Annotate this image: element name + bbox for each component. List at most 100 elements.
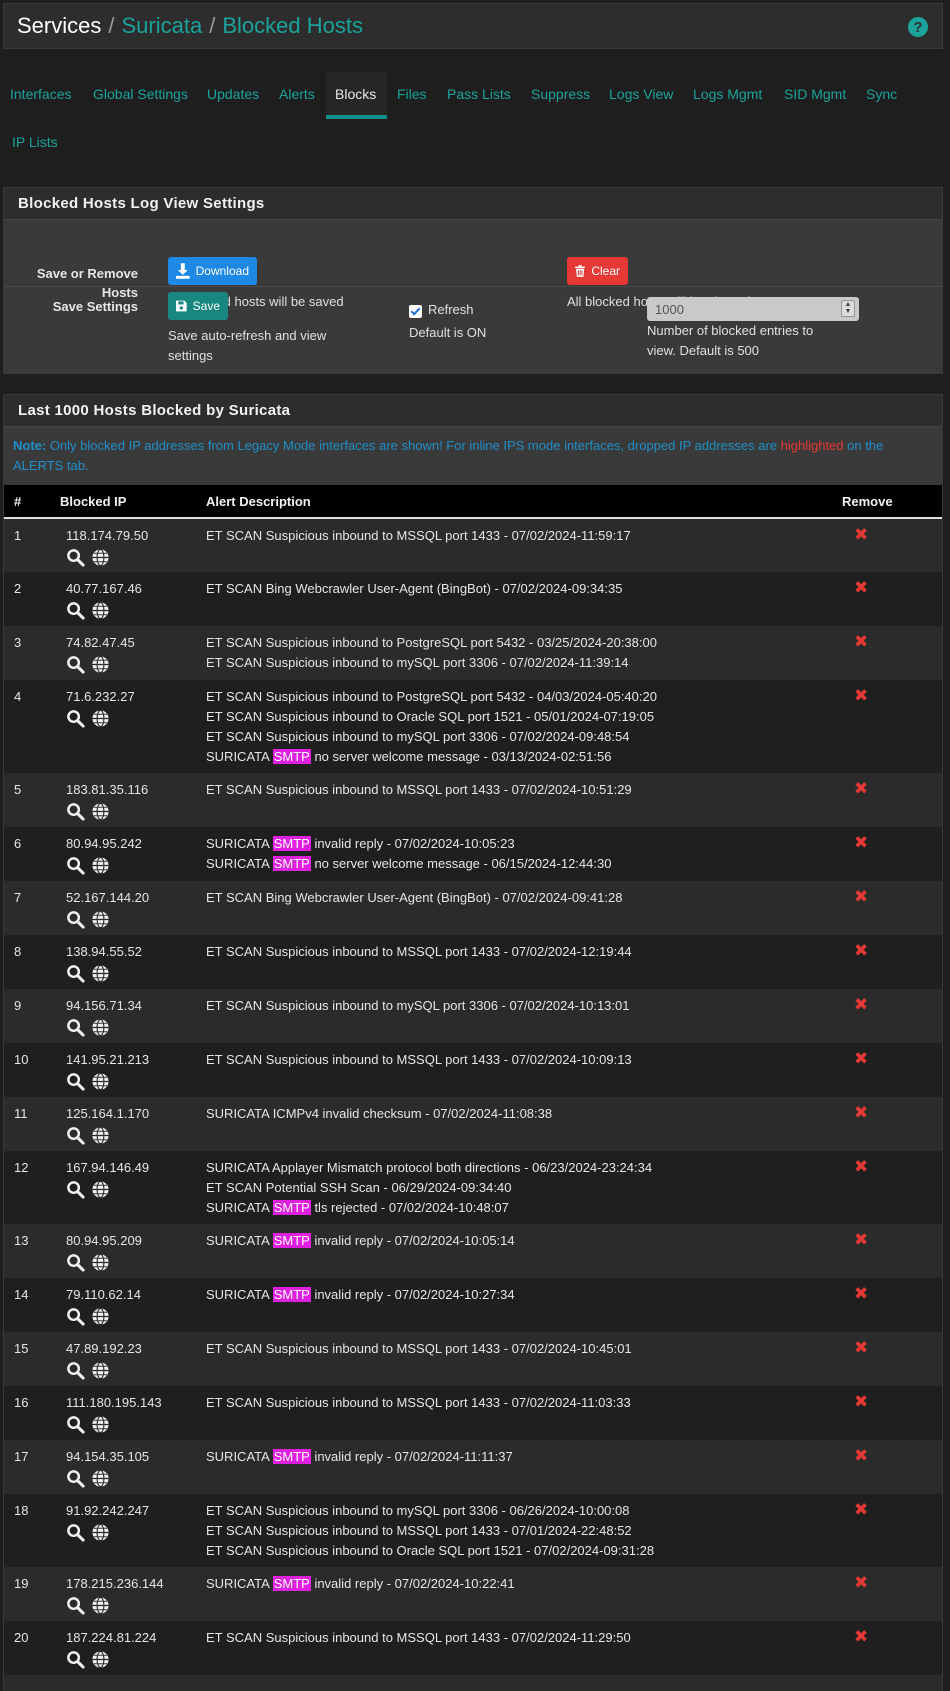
- smtp-highlight: SMTP: [272, 1449, 311, 1464]
- alert-line: SURICATA SMTP invalid reply - 07/02/2024…: [206, 1287, 515, 1302]
- remove-x-icon[interactable]: ✖: [854, 632, 868, 652]
- remove-x-icon[interactable]: ✖: [854, 1338, 868, 1358]
- globe-icon[interactable]: [91, 1253, 110, 1272]
- settings-panel-title: Blocked Hosts Log View Settings: [4, 188, 942, 220]
- globe-icon[interactable]: [91, 1126, 110, 1145]
- search-icon[interactable]: [66, 1126, 85, 1145]
- table-row: 11 125.164.1.170 SURICATA ICMPv4 invalid c…: [4, 1097, 942, 1151]
- search-icon[interactable]: [66, 1307, 85, 1326]
- remove-x-icon[interactable]: ✖: [854, 779, 868, 799]
- globe-icon[interactable]: [91, 1523, 110, 1542]
- alert-line: SURICATA Applayer Mismatch protocol both…: [206, 1160, 653, 1175]
- breadcrumb-blocked-hosts[interactable]: Blocked Hosts: [222, 13, 363, 39]
- table-row: 14 79.110.62.14 SURICATA SMTP invalid repl…: [4, 1278, 942, 1332]
- tab-suppress[interactable]: Suppress: [531, 86, 590, 102]
- tab-logs-view[interactable]: Logs View: [609, 86, 673, 102]
- globe-icon[interactable]: [91, 709, 110, 728]
- trash-icon: [575, 265, 586, 277]
- tab-global-settings[interactable]: Global Settings: [93, 86, 188, 102]
- search-icon[interactable]: [66, 709, 85, 728]
- search-icon[interactable]: [66, 1361, 85, 1380]
- search-icon[interactable]: [66, 1596, 85, 1615]
- globe-icon[interactable]: [91, 1596, 110, 1615]
- alert-description-cell: SURICATA SMTP invalid reply - 07/02/2024…: [206, 1440, 842, 1494]
- tab-pass-lists[interactable]: Pass Lists: [447, 86, 511, 102]
- search-icon[interactable]: [66, 1523, 85, 1542]
- remove-x-icon[interactable]: ✖: [854, 887, 868, 907]
- tab-logs-mgmt[interactable]: Logs Mgmt: [693, 86, 762, 102]
- search-icon[interactable]: [66, 1650, 85, 1669]
- blocked-ip-cell: 94.154.35.105: [54, 1440, 206, 1494]
- search-icon[interactable]: [66, 802, 85, 821]
- search-icon[interactable]: [66, 910, 85, 929]
- save-button[interactable]: Save: [168, 292, 228, 320]
- remove-x-icon[interactable]: ✖: [854, 1500, 868, 1520]
- globe-icon[interactable]: [91, 548, 110, 567]
- download-button[interactable]: Download: [168, 257, 257, 285]
- remove-x-icon[interactable]: ✖: [854, 1446, 868, 1466]
- remove-x-icon[interactable]: ✖: [854, 1103, 868, 1123]
- help-icon[interactable]: ?: [908, 17, 928, 37]
- globe-icon[interactable]: [91, 1361, 110, 1380]
- remove-x-icon[interactable]: ✖: [854, 995, 868, 1015]
- entries-input[interactable]: 1000 ▲ ▼: [647, 297, 859, 321]
- remove-x-icon[interactable]: ✖: [854, 1392, 868, 1412]
- globe-icon[interactable]: [91, 1018, 110, 1037]
- remove-x-icon[interactable]: ✖: [854, 1230, 868, 1250]
- alert-line: ET SCAN Suspicious inbound to PostgreSQL…: [206, 635, 657, 650]
- remove-x-icon[interactable]: ✖: [854, 1157, 868, 1177]
- tab-ip-lists[interactable]: IP Lists: [12, 134, 58, 150]
- search-icon[interactable]: [66, 1415, 85, 1434]
- globe-icon[interactable]: [91, 910, 110, 929]
- breadcrumb-suricata[interactable]: Suricata: [121, 13, 202, 39]
- globe-icon[interactable]: [91, 1180, 110, 1199]
- tab-sid-mgmt[interactable]: SID Mgmt: [784, 86, 846, 102]
- clear-button[interactable]: Clear: [567, 257, 628, 285]
- globe-icon[interactable]: [91, 1650, 110, 1669]
- globe-icon[interactable]: [91, 1307, 110, 1326]
- globe-icon[interactable]: [91, 1469, 110, 1488]
- search-icon[interactable]: [66, 1018, 85, 1037]
- blocked-ip: 141.95.21.213: [66, 1052, 150, 1067]
- remove-x-icon[interactable]: ✖: [854, 1049, 868, 1069]
- globe-icon[interactable]: [91, 802, 110, 821]
- remove-x-icon[interactable]: ✖: [854, 525, 868, 545]
- blocked-ip: 94.156.71.34: [66, 998, 142, 1013]
- tab-blocks[interactable]: Blocks: [335, 86, 376, 102]
- row-number: 15: [14, 1341, 29, 1356]
- search-icon[interactable]: [66, 1469, 85, 1488]
- globe-icon[interactable]: [91, 964, 110, 983]
- refresh-checkbox[interactable]: [409, 305, 422, 318]
- remove-x-icon[interactable]: ✖: [854, 686, 868, 706]
- spinner-arrows-icon[interactable]: ▲ ▼: [841, 300, 855, 317]
- remove-x-icon[interactable]: ✖: [854, 1627, 868, 1647]
- tab-sync[interactable]: Sync: [866, 86, 897, 102]
- remove-x-icon[interactable]: ✖: [854, 1573, 868, 1593]
- search-icon[interactable]: [66, 1253, 85, 1272]
- globe-icon[interactable]: [91, 601, 110, 620]
- search-icon[interactable]: [66, 1072, 85, 1091]
- search-icon[interactable]: [66, 548, 85, 567]
- globe-icon[interactable]: [91, 1415, 110, 1434]
- breadcrumb-services[interactable]: Services: [17, 13, 101, 39]
- tab-files[interactable]: Files: [397, 86, 427, 102]
- blocked-ip: 80.94.95.242: [66, 836, 142, 851]
- remove-x-icon[interactable]: ✖: [854, 1284, 868, 1304]
- tab-interfaces[interactable]: Interfaces: [10, 86, 71, 102]
- globe-icon[interactable]: [91, 1072, 110, 1091]
- remove-x-icon[interactable]: ✖: [854, 833, 868, 853]
- blocked-ip-cell: 118.174.79.50: [54, 518, 206, 572]
- search-icon[interactable]: [66, 601, 85, 620]
- remove-x-icon[interactable]: ✖: [854, 578, 868, 598]
- tab-alerts[interactable]: Alerts: [279, 86, 315, 102]
- search-icon[interactable]: [66, 1180, 85, 1199]
- search-icon[interactable]: [66, 856, 85, 875]
- search-icon[interactable]: [66, 655, 85, 674]
- tab-updates[interactable]: Updates: [207, 86, 259, 102]
- globe-icon[interactable]: [91, 856, 110, 875]
- search-icon[interactable]: [66, 964, 85, 983]
- remove-cell: ✖: [842, 881, 942, 935]
- blocked-hosts-table: # Blocked IP Alert Description Remove 11…: [4, 485, 942, 1675]
- remove-x-icon[interactable]: ✖: [854, 941, 868, 961]
- globe-icon[interactable]: [91, 655, 110, 674]
